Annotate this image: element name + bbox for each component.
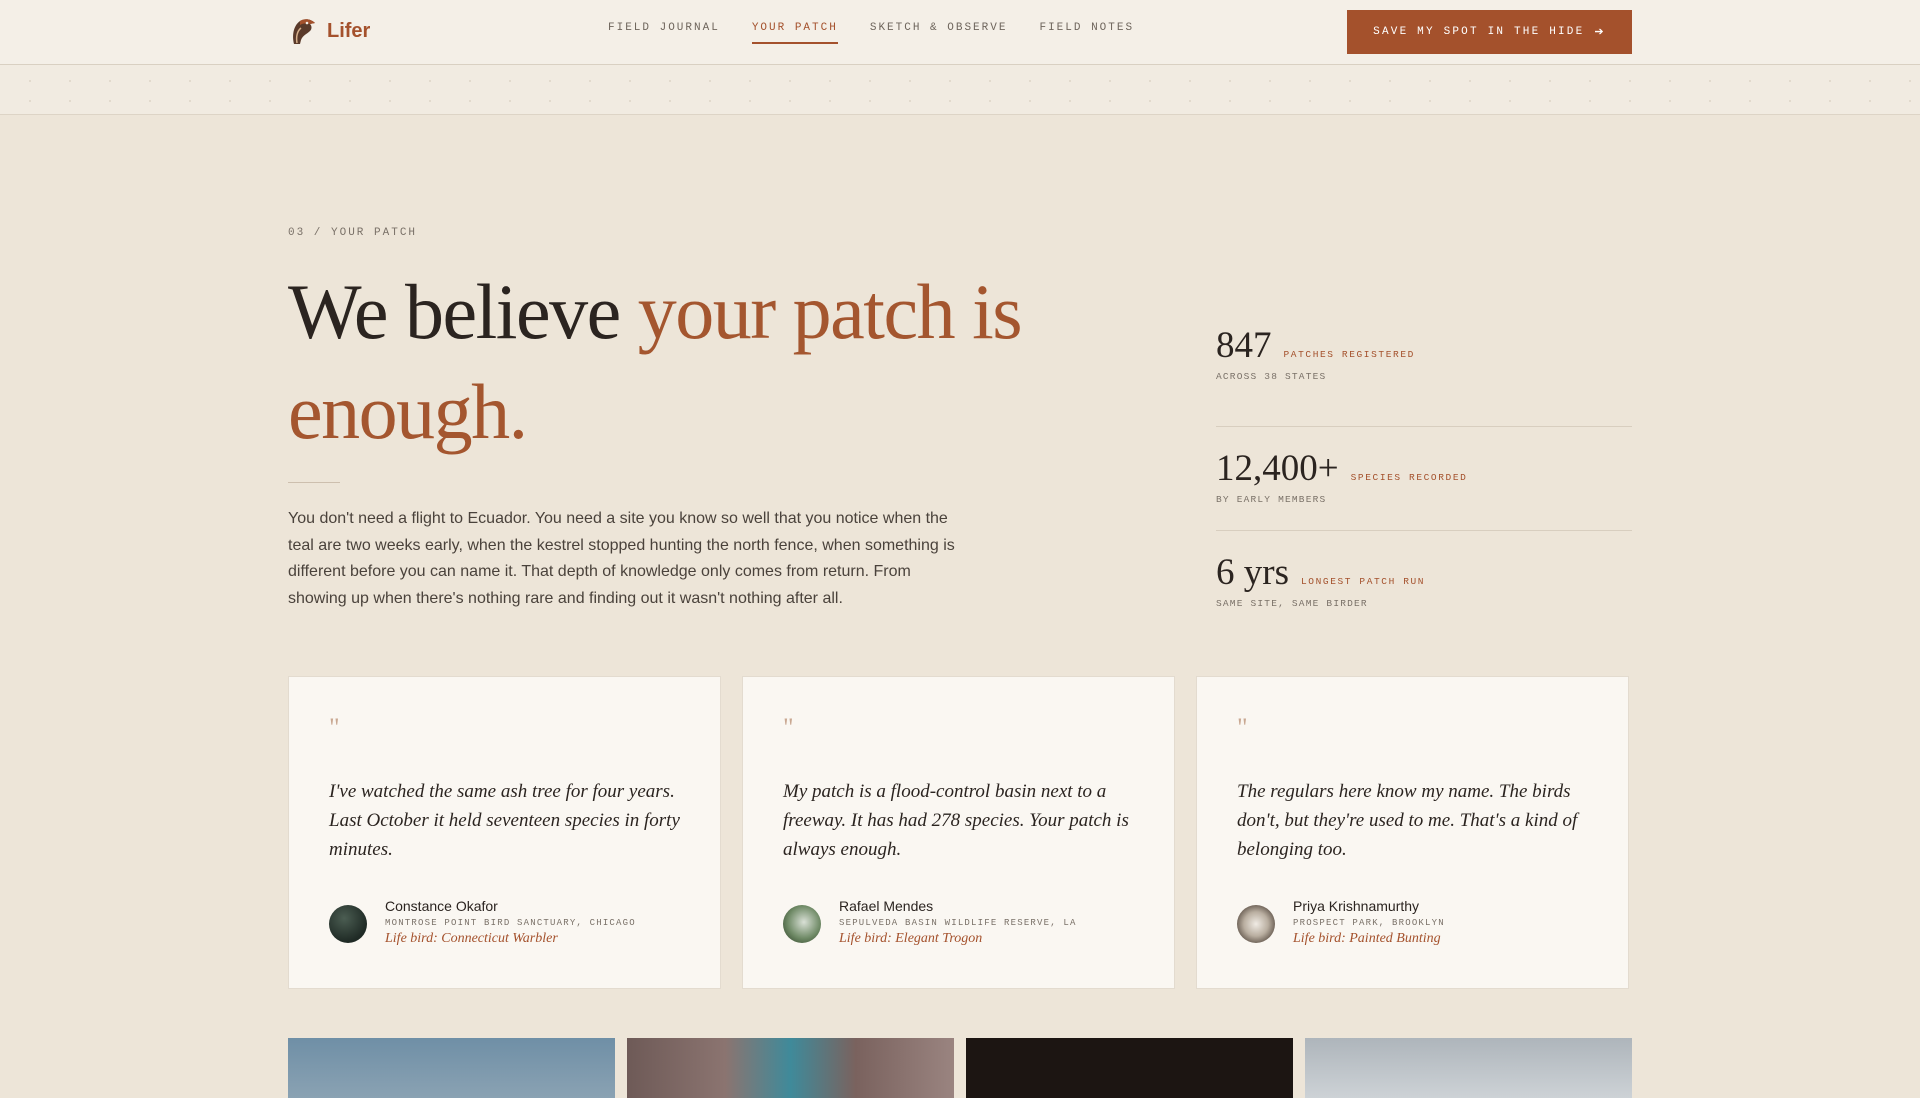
save-spot-button[interactable]: SAVE MY SPOT IN THE HIDE ➔ [1347,10,1632,54]
site-header: Lifer FIELD JOURNAL YOUR PATCH SKETCH & … [0,0,1920,65]
nav-field-journal[interactable]: FIELD JOURNAL [608,22,720,44]
stat-sublabel: SAME SITE, SAME BIRDER [1216,598,1368,609]
bird-head-icon [293,19,315,44]
arrow-right-icon: ➔ [1594,27,1606,39]
save-spot-label: SAVE MY SPOT IN THE HIDE [1373,26,1585,38]
testimonial-quote: My patch is a flood-control basin next t… [783,781,1129,860]
photo-landscape [288,1038,615,1098]
author-life-bird: Life bird: Painted Bunting [1293,931,1441,946]
stat-label: PATCHES REGISTERED [1283,349,1415,360]
photo-bird-closeup [627,1038,954,1098]
stat-value: 6 yrs [1216,552,1289,593]
avatar [783,905,821,943]
avatar [1237,905,1275,943]
stat-sublabel: BY EARLY MEMBERS [1216,494,1327,505]
photo-dark [966,1038,1293,1098]
headline-plain: We believe [288,268,638,355]
brand-logo[interactable]: Lifer [288,16,370,46]
stat-value: 12,400+ [1216,448,1339,489]
brand-name: Lifer [327,19,371,42]
nav-field-notes[interactable]: FIELD NOTES [1039,22,1134,44]
stat-patches: 847 PATCHES REGISTERED ACROSS 38 STATES [1216,324,1632,427]
testimonial-card: " I've watched the same ash tree for fou… [288,676,721,989]
nav-sketch-observe[interactable]: SKETCH & OBSERVE [870,22,1008,44]
stat-label: LONGEST PATCH RUN [1300,576,1426,587]
avatar [329,905,367,943]
photo-strip [288,1038,1632,1098]
stat-species: 12,400+ SPECIES RECORDED BY EARLY MEMBER… [1216,427,1632,531]
testimonial-author: Rafael Mendes SEPULVEDA BASIN WILDLIFE R… [783,898,1077,947]
author-location: MONTROSE POINT BIRD SANCTUARY, CHICAGO [385,918,636,928]
quote-mark-icon: " [329,713,340,742]
testimonial-card: " The regulars here know my name. The bi… [1196,676,1629,989]
page-title: We believe your patch is enough. [288,262,1108,462]
testimonial-card: " My patch is a flood-control basin next… [742,676,1175,989]
testimonials: " I've watched the same ash tree for fou… [288,676,1629,989]
divider [288,482,340,483]
stats-panel: 847 PATCHES REGISTERED ACROSS 38 STATES … [1216,324,1632,635]
section-eyebrow: 03 / YOUR PATCH [288,227,418,239]
author-name: Rafael Mendes [839,898,934,914]
author-name: Priya Krishnamurthy [1293,898,1420,914]
author-life-bird: Life bird: Elegant Trogon [839,931,983,946]
testimonial-author: Constance Okafor MONTROSE POINT BIRD SAN… [329,898,636,947]
stat-value: 847 [1216,325,1272,366]
dotted-band [0,65,1920,115]
testimonial-author: Priya Krishnamurthy PROSPECT PARK, BROOK… [1237,898,1445,947]
testimonial-quote: The regulars here know my name. The bird… [1237,781,1578,860]
intro-paragraph: You don't need a flight to Ecuador. You … [288,510,955,607]
quote-mark-icon: " [1237,713,1248,742]
testimonial-quote: I've watched the same ash tree for four … [329,781,680,860]
stat-sublabel: ACROSS 38 STATES [1216,371,1327,382]
photo-sky [1305,1038,1632,1098]
author-location: PROSPECT PARK, BROOKLYN [1293,918,1445,928]
main-nav: FIELD JOURNAL YOUR PATCH SKETCH & OBSERV… [608,22,1134,44]
author-life-bird: Life bird: Connecticut Warbler [385,931,558,946]
stat-label: SPECIES RECORDED [1350,472,1468,483]
quote-mark-icon: " [783,713,794,742]
stat-longest-run: 6 yrs LONGEST PATCH RUN SAME SITE, SAME … [1216,531,1632,635]
author-name: Constance Okafor [385,898,498,914]
author-location: SEPULVEDA BASIN WILDLIFE RESERVE, LA [839,918,1077,928]
nav-your-patch[interactable]: YOUR PATCH [751,22,838,44]
